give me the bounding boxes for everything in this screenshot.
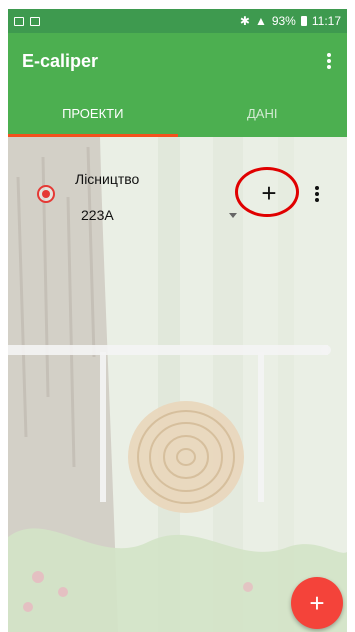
plus-icon: +: [309, 587, 325, 618]
tab-bar: ПРОЕКТИ ДАНІ: [8, 89, 347, 137]
status-bar: ✱ ▲ 93% 11:17: [8, 9, 347, 33]
tab-projects[interactable]: ПРОЕКТИ: [8, 89, 178, 137]
message-icon: [30, 16, 40, 26]
tab-data[interactable]: ДАНІ: [178, 89, 348, 137]
project-radio-button[interactable]: [37, 185, 55, 203]
battery-icon: [300, 16, 307, 26]
app-toolbar: E-caliper: [8, 33, 347, 89]
app-screen: ✱ ▲ 93% 11:17 E-caliper ПРОЕКТИ ДАНІ Ліс…: [8, 9, 347, 632]
project-more-vert-icon[interactable]: [311, 183, 323, 205]
fab-add-button[interactable]: +: [291, 577, 343, 629]
project-dropdown[interactable]: 223A: [81, 202, 239, 228]
radio-selected-dot: [42, 190, 50, 198]
signal-icon: ▲: [254, 14, 267, 28]
bluetooth-icon: ✱: [239, 14, 250, 28]
notification-icon: [14, 16, 24, 26]
app-title: E-caliper: [22, 50, 99, 71]
project-dropdown-value: 223A: [81, 207, 114, 223]
status-right: ✱ ▲ 93% 11:17: [240, 14, 341, 28]
plus-icon: +: [261, 178, 277, 208]
more-vert-icon[interactable]: [317, 49, 341, 73]
dropdown-arrow-icon: [229, 213, 237, 218]
tab-label: ПРОЕКТИ: [62, 105, 124, 121]
clock: 11:17: [311, 14, 341, 28]
notification-icons: [14, 16, 40, 26]
battery-percent: 93%: [271, 14, 296, 28]
project-label: Лісництво: [75, 171, 140, 187]
tab-label: ДАНІ: [247, 105, 278, 121]
add-project-button[interactable]: +: [257, 178, 281, 208]
